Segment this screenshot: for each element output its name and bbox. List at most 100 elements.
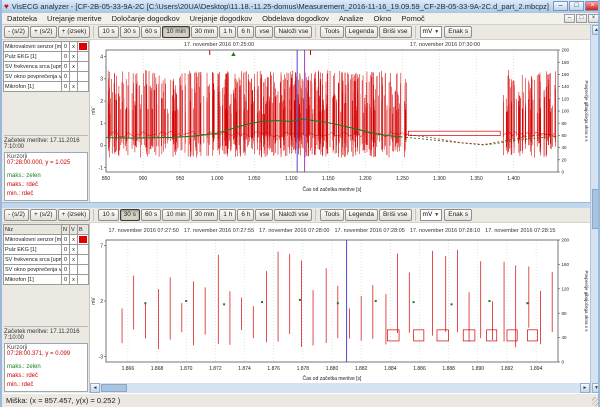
toolbar-button-tools[interactable]: Tools: [320, 26, 343, 38]
scroll-right-icon[interactable]: ►: [580, 383, 590, 393]
svg-text:1.866: 1.866: [122, 366, 135, 372]
svg-text:60: 60: [562, 133, 568, 138]
unit-dropdown[interactable]: mV▼: [420, 26, 443, 38]
menu-analize[interactable]: Analize: [334, 13, 369, 25]
menu-urejanje-dogodkov[interactable]: Urejanje dogodkov: [185, 13, 258, 25]
svg-text:Čas od začetka meritve [s]: Čas od začetka meritve [s]: [303, 186, 363, 193]
signal-row[interactable]: Mikrovalovni senzor [mV]0x: [4, 42, 89, 52]
measurement-start-label: Začetek meritve: 17.11.2016 7:10:00: [4, 135, 88, 150]
mdi-restore-button[interactable]: □: [576, 14, 587, 23]
toolbar-button-s-2[interactable]: - (s/2): [4, 26, 29, 38]
svg-text:1.050: 1.050: [248, 176, 261, 182]
toolbar-button-enak-s[interactable]: Enak s: [444, 209, 472, 221]
cursor-info-box: Kurzorji07:28:00.000, y = 1.025maks.: ze…: [4, 152, 88, 201]
toolbar-button-nalo-i-vse[interactable]: Naloži vse: [274, 209, 312, 221]
svg-text:17. november 2016 07:30:00: 17. november 2016 07:30:00: [410, 42, 480, 48]
toolbar-button-vse[interactable]: vse: [255, 209, 273, 221]
toolbar-button-izsek[interactable]: + (izsek): [58, 209, 91, 221]
toolbar-button-legenda[interactable]: Legenda: [345, 209, 378, 221]
toolbar-button-30-s[interactable]: 30 s: [120, 26, 140, 38]
cursor-legend-item: maks.: zelen: [7, 363, 85, 372]
signal-table: Mikrovalovni senzor [mV]0xPulz EKG [1]0x…: [3, 41, 89, 92]
toolbar-button-izsek[interactable]: + (izsek): [58, 26, 91, 38]
mouse-coordinates: Miška: (x = 857.457, y(x) = 0.252 ): [6, 396, 120, 405]
signal-row[interactable]: Pulz EKG [1]0x: [4, 52, 89, 62]
toolbar-button-legenda[interactable]: Legenda: [345, 26, 378, 38]
vertical-scrollbar[interactable]: ▲ ▼: [590, 25, 600, 393]
menu-okno[interactable]: Okno: [368, 13, 396, 25]
svg-text:1: 1: [100, 121, 103, 127]
toolbar-button-10-min[interactable]: 10 min: [162, 209, 190, 221]
toolbar-button-60-s[interactable]: 60 s: [141, 26, 161, 38]
scroll-up-icon[interactable]: ▲: [592, 25, 600, 35]
scroll-down-icon[interactable]: ▼: [592, 383, 600, 393]
toolbar-button-10-s[interactable]: 10 s: [98, 209, 118, 221]
menu-urejanje-meritve[interactable]: Urejanje meritve: [42, 13, 107, 25]
toolbar-button-30-s[interactable]: 30 s: [120, 209, 140, 221]
signal-row[interactable]: Mikrovalovni senzor [mV]0x: [4, 235, 89, 245]
menu-obdelava-dogodkov[interactable]: Obdelava dogodkov: [257, 13, 334, 25]
menu-datoteka[interactable]: Datoteka: [2, 13, 42, 25]
toolbar-button-10-s[interactable]: 10 s: [98, 26, 118, 38]
menu-dolo-anje-dogodkov[interactable]: Določanje dogodkov: [107, 13, 185, 25]
app-heart-icon: ♥: [4, 2, 9, 11]
ecg-chart-top[interactable]: 8509009501.0001.0501.1001.1501.2001.2501…: [90, 40, 590, 202]
toolbar-button-vse[interactable]: vse: [255, 26, 273, 38]
signal-row[interactable]: Mikrofon [1]0x: [4, 82, 89, 92]
signal-row[interactable]: SV frekvenca srca [upm]0x: [4, 255, 89, 265]
horizontal-scroll-thumb[interactable]: [101, 384, 127, 392]
svg-text:180: 180: [562, 60, 570, 65]
toolbar-button-bri-i-vse[interactable]: Briši vse: [379, 209, 412, 221]
toolbar-button-1-h[interactable]: 1 h: [219, 209, 236, 221]
svg-text:1.882: 1.882: [355, 366, 368, 372]
svg-text:1.880: 1.880: [326, 366, 339, 372]
vertical-scroll-thumb[interactable]: [592, 189, 600, 229]
toolbar-button-30-min[interactable]: 30 min: [191, 209, 219, 221]
svg-text:40: 40: [562, 145, 568, 150]
svg-text:1.886: 1.886: [413, 366, 426, 372]
signal-row[interactable]: SV okno povprečenja v s0: [4, 265, 89, 275]
signal-row[interactable]: Pulz EKG [1]0x: [4, 245, 89, 255]
toolbar-button-60-s[interactable]: 60 s: [141, 209, 161, 221]
close-button[interactable]: ×: [585, 1, 600, 11]
svg-text:160: 160: [562, 72, 570, 77]
toolbar-button-tools[interactable]: Tools: [320, 209, 343, 221]
toolbar-button-30-min[interactable]: 30 min: [191, 26, 219, 38]
maximize-button[interactable]: □: [569, 1, 584, 11]
minimize-button[interactable]: –: [553, 1, 568, 11]
unit-dropdown[interactable]: mV▼: [420, 209, 443, 221]
ecg-chart-bottom[interactable]: 1.8661.8681.8701.8721.8741.8761.8781.880…: [90, 223, 590, 393]
svg-text:1.894: 1.894: [530, 366, 543, 372]
svg-text:1.000: 1.000: [211, 176, 224, 182]
toolbar-button-6-h[interactable]: 6 h: [237, 209, 254, 221]
toolbar-button-bri-i-vse[interactable]: Briši vse: [379, 26, 412, 38]
color-swatch[interactable]: [79, 236, 87, 243]
menu-pomo[interactable]: Pomoč: [396, 13, 429, 25]
signal-row[interactable]: SV okno povprečenja v s0: [4, 72, 89, 82]
scroll-left-icon[interactable]: ◄: [90, 383, 100, 393]
svg-text:1.150: 1.150: [322, 176, 335, 182]
svg-text:1.250: 1.250: [396, 176, 409, 182]
svg-text:17. november 2016 07:28:10: 17. november 2016 07:28:10: [410, 228, 480, 234]
mdi-close-button[interactable]: ×: [588, 14, 599, 23]
mdi-minimize-button[interactable]: –: [564, 14, 575, 23]
svg-text:2: 2: [100, 299, 103, 305]
signal-row[interactable]: SV frekvenca srca [upm]0x: [4, 62, 89, 72]
resize-grip[interactable]: [592, 397, 600, 406]
toolbar-button-s-2[interactable]: + (s/2): [30, 26, 57, 38]
top-chart-panel: - (s/2)+ (s/2)+ (izsek) 10 s30 s60 s10 mi…: [2, 25, 600, 202]
toolbar-button-enak-s[interactable]: Enak s: [444, 26, 472, 38]
toolbar-button-nalo-i-vse[interactable]: Naloži vse: [274, 26, 312, 38]
horizontal-scrollbar[interactable]: ◄ ►: [90, 383, 590, 393]
toolbar-button-s-2[interactable]: - (s/2): [4, 209, 29, 221]
toolbar-button-10-min[interactable]: 10 min: [162, 26, 190, 38]
title-bar[interactable]: ♥ VisECG analyzer - [CF-2B-05-33-9A-2C […: [2, 0, 600, 13]
toolbar-button-s-2[interactable]: + (s/2): [30, 209, 57, 221]
signal-row[interactable]: Mikrofon [1]0x: [4, 275, 89, 285]
toolbar-button-6-h[interactable]: 6 h: [237, 26, 254, 38]
svg-text:1.870: 1.870: [180, 366, 193, 372]
toolbar-button-1-h[interactable]: 1 h: [219, 26, 236, 38]
cursor-legend-item: min.: rdeč: [7, 381, 85, 390]
svg-text:7: 7: [100, 243, 103, 249]
color-swatch[interactable]: [79, 43, 87, 50]
